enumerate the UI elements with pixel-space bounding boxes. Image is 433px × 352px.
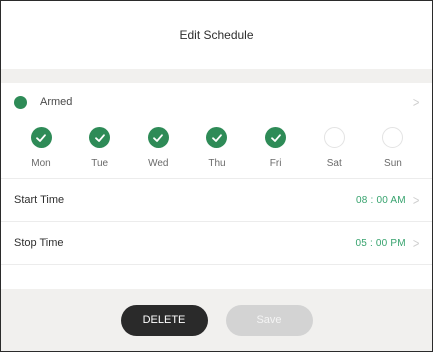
day-wed[interactable]: Wed — [138, 123, 178, 178]
chevron-right-icon: > — [412, 192, 420, 208]
empty-circle-icon[interactable] — [382, 127, 404, 148]
delete-button[interactable]: DELETE — [120, 304, 208, 336]
check-circle-icon[interactable] — [265, 127, 287, 148]
check-circle-icon[interactable] — [147, 127, 169, 148]
day-selector: Mon Tue Wed Thu Fri Sat Sun — [1, 121, 432, 179]
check-icon — [212, 133, 222, 142]
save-button[interactable]: Save — [225, 304, 313, 336]
start-time-label: Start Time — [14, 194, 65, 206]
day-tue[interactable]: Tue — [80, 123, 120, 178]
day-label: Thu — [208, 158, 226, 169]
day-thu[interactable]: Thu — [197, 123, 237, 178]
status-label: Armed — [40, 96, 73, 108]
check-icon — [270, 133, 281, 142]
header: Edit Schedule — [1, 1, 432, 69]
stop-time-row[interactable]: Stop Time 05 : 00 PM > — [1, 222, 432, 265]
stop-time-value: 05 : 00 PM — [355, 237, 406, 249]
section-divider — [1, 69, 432, 83]
footer-actions: DELETE Save — [1, 289, 432, 351]
check-circle-icon[interactable] — [206, 127, 228, 148]
check-icon — [36, 133, 46, 142]
day-label: Sat — [326, 158, 342, 169]
check-circle-icon[interactable] — [89, 127, 111, 148]
day-label: Wed — [148, 158, 169, 169]
day-mon[interactable]: Mon — [21, 123, 61, 178]
empty-circle-icon[interactable] — [323, 127, 345, 148]
day-label: Mon — [31, 158, 51, 169]
armed-status-row[interactable]: Armed > — [1, 83, 432, 121]
start-time-value: 08 : 00 AM — [356, 194, 406, 206]
check-circle-icon[interactable] — [30, 127, 52, 148]
chevron-right-icon: > — [412, 94, 420, 110]
check-icon — [94, 133, 105, 142]
stop-time-label: Stop Time — [14, 237, 64, 249]
day-sat[interactable]: Sat — [314, 123, 354, 178]
chevron-right-icon: > — [412, 235, 420, 251]
day-label: Sun — [384, 158, 402, 169]
armed-status-dot — [14, 95, 27, 109]
check-icon — [153, 133, 164, 142]
start-time-row[interactable]: Start Time 08 : 00 AM > — [1, 179, 432, 222]
day-label: Fri — [269, 158, 282, 169]
edit-schedule-screen: Edit Schedule Armed > Mon Tue Wed Thu Fr… — [0, 0, 433, 352]
day-label: Tue — [91, 158, 109, 169]
day-fri[interactable]: Fri — [256, 123, 296, 178]
day-sun[interactable]: Sun — [373, 123, 413, 178]
page-title: Edit Schedule — [179, 27, 254, 42]
